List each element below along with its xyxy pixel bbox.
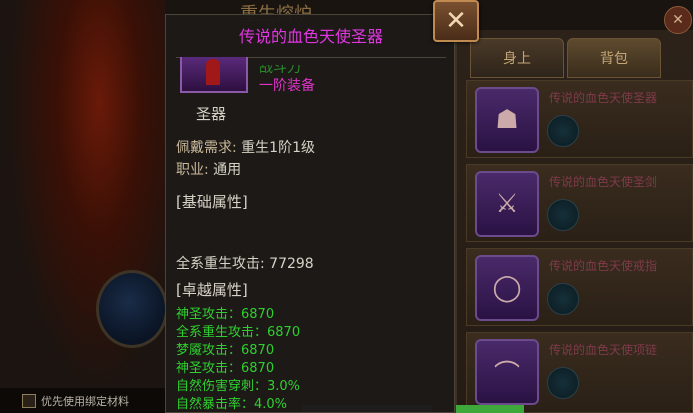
necklace-icon: ⌒: [475, 339, 539, 405]
footer-hint[interactable]: 优先使用绑定材料: [0, 388, 165, 413]
sword-icon: ⚔: [475, 171, 539, 237]
action-button-green[interactable]: [456, 405, 524, 413]
item-name: 传说的血色天使圣剑: [549, 175, 658, 189]
item-tooltip: 传说的血色天使圣器 战斗力 一阶装备 圣器 佩戴需求: 重生1阶1级 职业: 通…: [165, 14, 455, 413]
gem-slot: [547, 115, 579, 147]
relic-icon: [180, 57, 248, 93]
close-x-icon[interactable]: ✕: [433, 0, 479, 42]
class-line: 职业: 通用: [176, 159, 241, 179]
gem-slot: [547, 199, 579, 231]
ring-icon: ◯: [475, 255, 539, 321]
base-attr-header: [基础属性]: [176, 193, 248, 211]
item-title: 传说的血色天使圣器: [238, 27, 383, 46]
excellent-stat: 神圣攻击：6870: [176, 361, 275, 376]
list-item[interactable]: ☗ 传说的血色天使圣器: [466, 80, 693, 158]
excellent-attr-header: [卓越属性]: [176, 281, 248, 299]
gem-slot: [547, 283, 579, 315]
power-label: 战斗力: [259, 60, 301, 76]
base-stat: 全系重生攻击: 77298: [176, 256, 314, 272]
panel-close-icon[interactable]: ✕: [664, 6, 692, 34]
list-item[interactable]: ⚔ 传说的血色天使圣剑: [466, 164, 693, 242]
excellent-stat: 自然暴击率：4.0%: [176, 397, 288, 412]
requirement-label: 佩戴需求:: [176, 140, 237, 156]
tab-body[interactable]: 身上: [470, 38, 564, 78]
list-item[interactable]: ◯ 传说的血色天使戒指: [466, 248, 693, 326]
class-label: 职业:: [176, 162, 209, 178]
footer-hint-label: 优先使用绑定材料: [41, 394, 129, 408]
requirement-line: 佩戴需求: 重生1阶1级: [176, 137, 315, 157]
tab-bag[interactable]: 背包: [567, 38, 661, 78]
item-name: 传说的血色天使项链: [549, 343, 658, 357]
excellent-stat: 全系重生攻击：6870: [176, 325, 301, 340]
background-scene: [0, 0, 165, 413]
list-item[interactable]: ⌒ 传说的血色天使项链: [466, 332, 693, 413]
item-name: 传说的血色天使戒指: [549, 259, 658, 273]
excellent-stat: 神圣攻击：6870: [176, 307, 275, 322]
relic-icon: ☗: [475, 87, 539, 153]
excellent-stat: 梦魇攻击：6870: [176, 343, 275, 358]
item-grade: 一阶装备: [259, 78, 315, 94]
bind-material-checkbox[interactable]: [22, 393, 36, 408]
class-value: 通用: [213, 162, 242, 178]
requirement-value: 重生1阶1级: [241, 140, 315, 156]
item-name: 传说的血色天使圣器: [549, 91, 658, 105]
material-orb[interactable]: [96, 270, 168, 348]
item-type: 圣器: [196, 105, 227, 123]
excellent-stat: 自然伤害穿刺：3.0%: [176, 379, 301, 394]
gem-slot: [547, 367, 579, 399]
